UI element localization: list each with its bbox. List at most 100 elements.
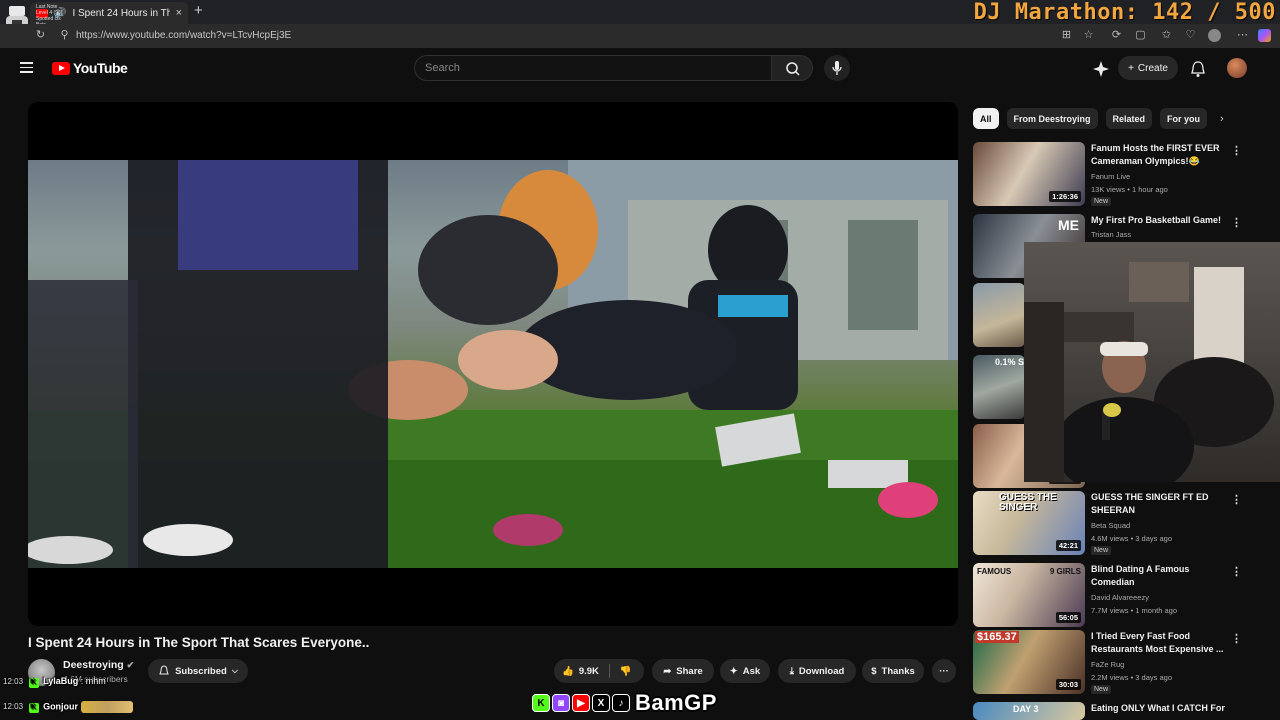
rec-title[interactable]: Eating ONLY What I CATCH For bbox=[1091, 702, 1231, 715]
list-item[interactable]: DAY 3 Eating ONLY What I CATCH For bbox=[973, 702, 1263, 720]
rec-channel[interactable]: Fanum Live bbox=[1091, 172, 1130, 181]
tab-close-icon[interactable]: × bbox=[176, 7, 182, 19]
rec-title[interactable]: My First Pro Basketball Game! bbox=[1091, 214, 1231, 227]
verified-icon: ✔ bbox=[126, 660, 135, 670]
kick-icon: K bbox=[532, 694, 550, 712]
video-thumbnail[interactable]: $165.37 30:03 bbox=[973, 630, 1085, 694]
new-badge: New bbox=[1091, 685, 1112, 694]
channel-name[interactable]: Deestroying ✔ bbox=[63, 659, 134, 671]
video-thumbnail[interactable]: GUESS THE SINGER 42:21 bbox=[973, 491, 1085, 555]
filter-chips: All From Deestroying Related For you bbox=[973, 108, 1208, 130]
rec-channel[interactable]: Beta Squad bbox=[1091, 521, 1130, 530]
video-title: I Spent 24 Hours in The Sport That Scare… bbox=[28, 635, 370, 650]
address-bar: ↻ ⚲ https://www.youtube.com/watch?v=LTcv… bbox=[0, 24, 1280, 48]
account-avatar[interactable] bbox=[1227, 58, 1247, 78]
sparkle-icon: ✦ bbox=[729, 665, 738, 677]
webcam-overlay bbox=[1024, 242, 1280, 482]
extension-icon[interactable]: ⟳ bbox=[1110, 29, 1123, 42]
video-player[interactable] bbox=[28, 102, 958, 626]
chip-from-deestroying[interactable]: From Deestroying bbox=[1006, 108, 1098, 129]
kick-badge-icon: K bbox=[28, 703, 39, 714]
hamburger-menu-icon[interactable] bbox=[20, 62, 33, 73]
list-item[interactable]: 1:26:36 Fanum Hosts the FIRST EVER Camer… bbox=[973, 142, 1263, 206]
microphone-icon bbox=[832, 61, 842, 75]
video-thumbnail[interactable]: FAMOUS 9 GIRLS 56:05 bbox=[973, 563, 1085, 627]
emote-icons bbox=[80, 701, 133, 713]
chevron-right-icon[interactable]: › bbox=[1220, 113, 1224, 125]
search-input[interactable] bbox=[415, 56, 771, 80]
video-frame bbox=[28, 160, 958, 568]
list-item[interactable]: $165.37 30:03 I Tried Every Fast Food Re… bbox=[973, 630, 1263, 694]
webcam-feed-image bbox=[1024, 262, 1274, 482]
split-screen-icon[interactable]: ▢ bbox=[1134, 29, 1147, 42]
rec-meta: 4.6M views • 3 days ago bbox=[1091, 534, 1172, 543]
ask-button[interactable]: ✦ Ask bbox=[720, 659, 770, 683]
refresh-icon[interactable]: ↻ bbox=[34, 29, 47, 42]
more-vert-icon[interactable]: ⋮ bbox=[1231, 565, 1242, 578]
list-item[interactable]: FAMOUS 9 GIRLS 56:05 Blind Dating A Famo… bbox=[973, 563, 1263, 627]
copilot-icon[interactable] bbox=[1258, 29, 1271, 42]
new-badge: New bbox=[1091, 197, 1112, 206]
chip-related[interactable]: Related bbox=[1105, 108, 1153, 129]
rec-channel[interactable]: David Alvareeezy bbox=[1091, 593, 1149, 602]
divider bbox=[608, 664, 610, 678]
menu-dots-icon[interactable]: ⋯ bbox=[1236, 29, 1249, 42]
rec-meta: 2.2M views • 3 days ago bbox=[1091, 673, 1172, 682]
list-item[interactable]: GUESS THE SINGER 42:21 GUESS THE SINGER … bbox=[973, 491, 1263, 555]
share-button[interactable]: ➦ Share bbox=[652, 659, 714, 683]
more-vert-icon[interactable]: ⋮ bbox=[1231, 493, 1242, 506]
profile-icon[interactable] bbox=[1208, 29, 1221, 42]
like-count[interactable]: 9.9K bbox=[579, 666, 599, 677]
rugby-scrum-image bbox=[28, 160, 958, 568]
url-field[interactable]: https://www.youtube.com/watch?v=LTcvHcpE… bbox=[76, 30, 291, 41]
rec-channel[interactable]: Tristan Jass bbox=[1091, 230, 1131, 239]
youtube-wordmark: YouTube bbox=[73, 60, 128, 76]
youtube-header: YouTube + Create bbox=[0, 48, 1280, 90]
list-item[interactable] bbox=[973, 283, 1025, 347]
youtube-icon: ▶ bbox=[572, 694, 590, 712]
video-thumbnail[interactable]: 0.1% S bbox=[973, 355, 1025, 419]
browser-tab-bar: 🔊 I Spent 24 Hours in The Sport That Sca… bbox=[0, 0, 1280, 25]
chip-for-you[interactable]: For you bbox=[1160, 108, 1208, 129]
like-icon[interactable]: 👍 bbox=[562, 666, 574, 677]
app-install-icon[interactable]: ⊞ bbox=[1060, 29, 1073, 42]
new-tab-button[interactable]: + bbox=[194, 2, 203, 19]
youtube-logo[interactable]: YouTube bbox=[52, 60, 128, 76]
subscribed-button[interactable]: Subscribed ⌵ bbox=[148, 659, 248, 683]
marathon-count: 142 / 500 bbox=[1152, 0, 1276, 25]
plus-icon: + bbox=[1128, 62, 1134, 74]
download-button[interactable]: ⤓ Download bbox=[778, 659, 856, 683]
favorites-icon[interactable]: ✩ bbox=[1160, 29, 1173, 42]
dislike-icon[interactable]: 👎 bbox=[620, 666, 632, 677]
bookmark-star-icon[interactable]: ☆ bbox=[1082, 29, 1095, 42]
browser-essentials-icon[interactable]: ♡ bbox=[1184, 29, 1197, 42]
video-thumbnail[interactable]: 1:26:36 bbox=[973, 142, 1085, 206]
video-thumbnail[interactable] bbox=[973, 283, 1025, 347]
rec-title[interactable]: Fanum Hosts the FIRST EVER Cameraman Oly… bbox=[1091, 142, 1231, 168]
more-vert-icon[interactable]: ⋮ bbox=[1231, 144, 1242, 157]
video-thumbnail[interactable]: DAY 3 bbox=[973, 702, 1085, 720]
marathon-counter: DJ Marathon: 142 / 500 bbox=[974, 0, 1276, 25]
rec-title[interactable]: Blind Dating A Famous Comedian bbox=[1091, 563, 1231, 589]
like-dislike-group: 👍 9.9K 👎 bbox=[554, 659, 644, 683]
more-vert-icon[interactable]: ⋮ bbox=[1231, 632, 1242, 645]
tiktok-icon: ♪ bbox=[612, 694, 630, 712]
site-info-icon[interactable]: ⚲ bbox=[58, 29, 71, 42]
bell-icon bbox=[159, 665, 169, 675]
search-button[interactable] bbox=[771, 55, 813, 81]
more-actions-button[interactable]: ··· bbox=[932, 659, 956, 683]
rec-title[interactable]: I Tried Every Fast Food Restaurants Most… bbox=[1091, 630, 1231, 656]
create-button[interactable]: + Create bbox=[1118, 56, 1178, 80]
streamer-socials: K ◙ ▶ X ♪ BamGP bbox=[532, 689, 717, 717]
twitch-icon: ◙ bbox=[552, 694, 570, 712]
rec-title[interactable]: GUESS THE SINGER FT ED SHEERAN bbox=[1091, 491, 1231, 517]
thanks-button[interactable]: $ Thanks bbox=[862, 659, 924, 683]
chip-all[interactable]: All bbox=[973, 108, 999, 129]
gemini-sparkle-icon[interactable] bbox=[1092, 60, 1110, 78]
voice-search-button[interactable] bbox=[824, 55, 850, 81]
rec-channel[interactable]: FaZe Rug bbox=[1091, 660, 1124, 669]
notifications-bell-icon[interactable] bbox=[1190, 60, 1206, 78]
list-item[interactable]: 0.1% S bbox=[973, 355, 1025, 419]
streamer-name: BamGP bbox=[635, 690, 717, 715]
more-vert-icon[interactable]: ⋮ bbox=[1231, 216, 1242, 229]
